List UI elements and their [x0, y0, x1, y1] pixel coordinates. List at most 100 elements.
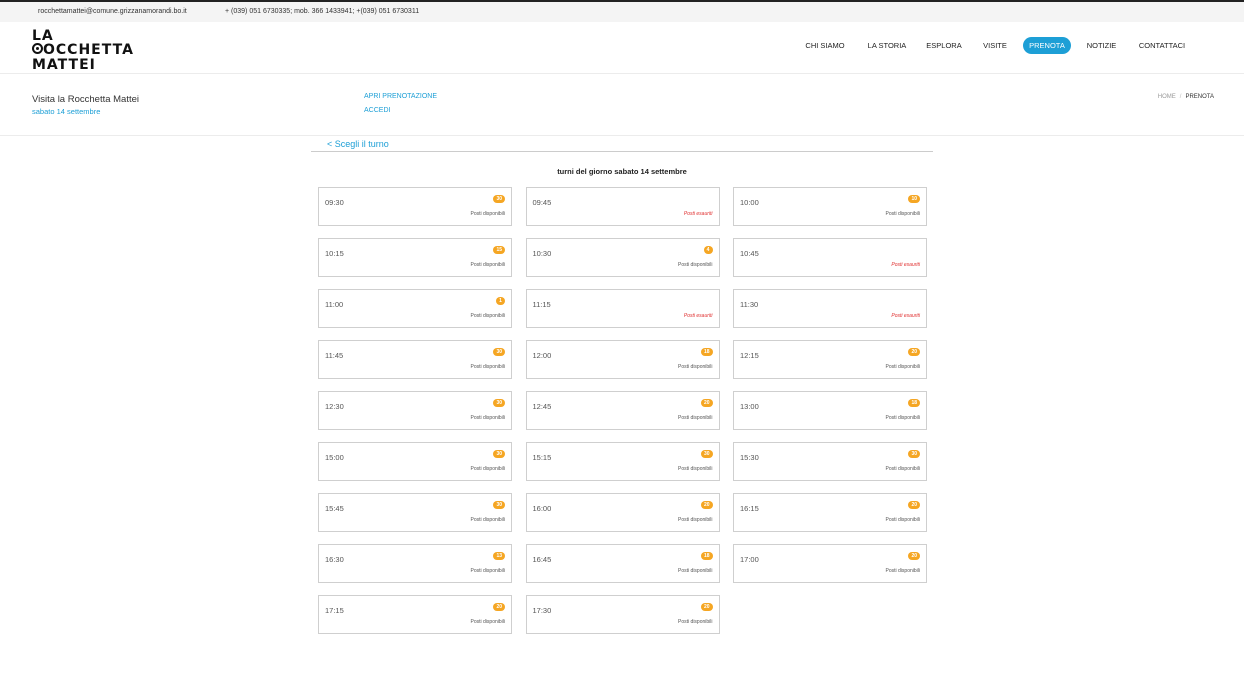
seats-badge: 1 — [496, 297, 505, 305]
wheel-icon — [32, 43, 43, 54]
logo-line-2: OCCHETTA — [32, 43, 134, 57]
slot-card[interactable]: 15:30 30 Posti disponibili — [733, 442, 927, 481]
seats-badge: 20 — [908, 552, 920, 560]
slot-card[interactable]: 12:45 20 Posti disponibili — [525, 391, 720, 430]
nav-notizie[interactable]: NOTIZIE — [1084, 37, 1119, 54]
available-label: Posti disponibili — [885, 415, 920, 421]
available-label: Posti disponibili — [885, 364, 920, 370]
nav-prenota[interactable]: PRENOTA — [1023, 37, 1071, 54]
slot-time: 10:15 — [325, 249, 344, 258]
slot-time: 16:15 — [740, 504, 759, 513]
nav-chi-siamo[interactable]: CHI SIAMO — [800, 37, 850, 54]
slot-card[interactable]: 12:00 18 Posti disponibili — [525, 340, 720, 379]
slot-time: 17:00 — [740, 555, 759, 564]
available-label: Posti disponibili — [470, 466, 505, 472]
slot-card[interactable]: 11:00 1 Posti disponibili — [318, 289, 512, 328]
available-label: Posti disponibili — [678, 568, 713, 574]
slot-card[interactable]: 17:15 20 Posti disponibili — [318, 595, 512, 634]
available-label: Posti disponibili — [470, 262, 505, 268]
seats-badge: 20 — [700, 501, 713, 509]
site-logo[interactable]: LA OCCHETTA MATTEI — [32, 29, 150, 73]
slot-card: 09:45 Posti esauriti — [525, 187, 720, 226]
open-booking-link[interactable]: APRI PRENOTAZIONE — [364, 93, 437, 100]
seats-badge: 20 — [493, 603, 505, 611]
sold-out-label: Posti esauriti — [683, 313, 713, 319]
slot-time: 12:30 — [325, 402, 344, 411]
login-link[interactable]: ACCEDI — [364, 107, 390, 114]
logo-line-3: MATTEI — [32, 57, 96, 73]
slot-time: 16:45 — [532, 555, 552, 564]
seats-badge: 18 — [700, 348, 713, 356]
contact-email[interactable]: rocchettamattei@comune.grizzanamorandi.b… — [38, 8, 187, 15]
seats-badge: 30 — [908, 450, 920, 458]
breadcrumb-current: PRENOTA — [1185, 94, 1214, 100]
slot-time: 17:30 — [532, 606, 552, 615]
seats-badge: 15 — [493, 246, 505, 254]
slot-card[interactable]: 09:30 30 Posti disponibili — [318, 187, 512, 226]
slot-time: 12:45 — [532, 402, 552, 411]
seats-badge: 20 — [908, 501, 920, 509]
slot-card[interactable]: 12:30 30 Posti disponibili — [318, 391, 512, 430]
slot-card[interactable]: 12:15 20 Posti disponibili — [733, 340, 927, 379]
slot-card[interactable]: 16:15 20 Posti disponibili — [733, 493, 927, 532]
slot-time: 15:45 — [325, 504, 344, 513]
slot-card[interactable]: 16:30 13 Posti disponibili — [318, 544, 512, 583]
sold-out-label: Posti esauriti — [891, 313, 920, 319]
slot-time: 16:00 — [532, 504, 552, 513]
available-label: Posti disponibili — [470, 211, 505, 217]
nav-la-storia[interactable]: LA STORIA — [864, 37, 910, 54]
seats-badge: 20 — [700, 399, 713, 407]
slot-card: 11:30 Posti esauriti — [733, 289, 927, 328]
slot-grid: 09:30 30 Posti disponibili 09:45 Posti esaur… — [318, 187, 927, 634]
seats-badge: 30 — [493, 399, 505, 407]
available-label: Posti disponibili — [470, 517, 505, 523]
day-slots-title: turni del giorno sabato 14 settembre — [557, 167, 687, 176]
slot-card[interactable]: 10:15 15 Posti disponibili — [318, 238, 512, 277]
slot-time: 10:00 — [740, 198, 759, 207]
slot-time: 15:00 — [325, 453, 344, 462]
available-label: Posti disponibili — [470, 364, 505, 370]
slot-card[interactable]: 15:15 30 Posti disponibili — [525, 442, 720, 481]
nav-contattaci[interactable]: CONTATTACI — [1136, 37, 1188, 54]
logo-line-1: LA — [32, 28, 54, 44]
slot-time: 16:30 — [325, 555, 344, 564]
slot-time: 13:00 — [740, 402, 759, 411]
slot-card[interactable]: 13:00 18 Posti disponibili — [733, 391, 927, 430]
available-label: Posti disponibili — [470, 619, 505, 625]
breadcrumb-separator: / — [1179, 94, 1182, 100]
available-label: Posti disponibili — [678, 466, 713, 472]
slot-card[interactable]: 17:30 20 Posti disponibili — [525, 595, 720, 634]
slot-time: 11:00 — [325, 300, 344, 309]
choose-slot-back-link[interactable]: < Scegli il turno — [327, 139, 389, 149]
slot-time: 10:45 — [740, 249, 759, 258]
slot-card[interactable]: 11:45 30 Posti disponibili — [318, 340, 512, 379]
page-subheader: Visita la Rocchetta Mattei sabato 14 set… — [0, 74, 1244, 136]
top-bar: rocchettamattei@comune.grizzanamorandi.b… — [0, 0, 1244, 22]
available-label: Posti disponibili — [678, 619, 713, 625]
slot-card[interactable]: 15:00 30 Posti disponibili — [318, 442, 512, 481]
slot-time: 09:45 — [532, 198, 552, 207]
seats-badge: 20 — [700, 603, 713, 611]
available-label: Posti disponibili — [885, 517, 920, 523]
slot-card[interactable]: 10:30 4 Posti disponibili — [525, 238, 720, 277]
nav-visite[interactable]: VISITE — [980, 37, 1010, 54]
available-label: Posti disponibili — [470, 568, 505, 574]
available-label: Posti disponibili — [678, 415, 713, 421]
slot-card[interactable]: 10:00 10 Posti disponibili — [733, 187, 927, 226]
slot-time: 12:15 — [740, 351, 759, 360]
slot-time: 15:15 — [532, 453, 552, 462]
slot-card: 11:15 Posti esauriti — [525, 289, 720, 328]
slot-card[interactable]: 16:00 20 Posti disponibili — [525, 493, 720, 532]
breadcrumb-home[interactable]: HOME — [1158, 94, 1176, 100]
divider — [311, 151, 933, 152]
slot-time: 15:30 — [740, 453, 759, 462]
slot-card[interactable]: 16:45 18 Posti disponibili — [525, 544, 720, 583]
slot-card[interactable]: 17:00 20 Posti disponibili — [733, 544, 927, 583]
site-header: LA OCCHETTA MATTEI CHI SIAMO LA STORIA E… — [0, 22, 1244, 74]
available-label: Posti disponibili — [470, 313, 505, 319]
contact-phones: + (039) 051 6730335; mob. 366 1433941; +… — [225, 8, 420, 15]
seats-badge: 30 — [493, 501, 505, 509]
slot-card[interactable]: 15:45 30 Posti disponibili — [318, 493, 512, 532]
nav-esplora[interactable]: ESPLORA — [924, 37, 964, 54]
breadcrumb: HOME / PRENOTA — [1158, 94, 1214, 100]
